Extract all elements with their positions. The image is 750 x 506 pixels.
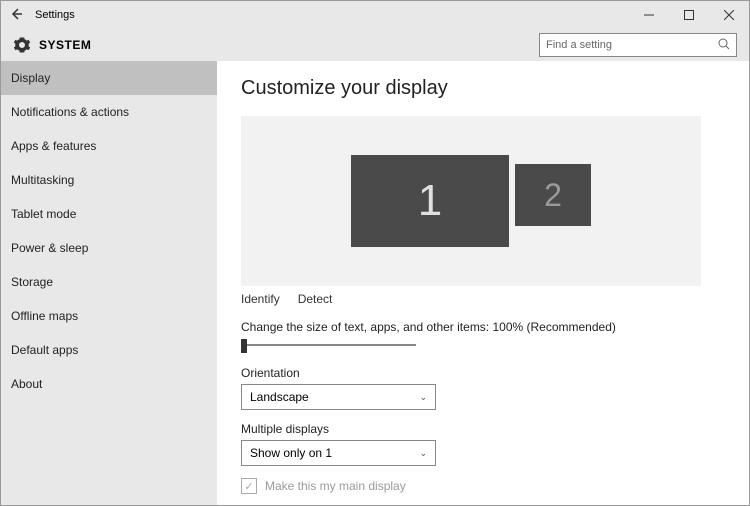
section-title: SYSTEM — [39, 38, 91, 52]
close-button[interactable] — [709, 1, 749, 29]
sidebar-item-tablet[interactable]: Tablet mode — [1, 197, 217, 231]
header: SYSTEM Find a setting — [1, 29, 749, 61]
sidebar-item-label: Notifications & actions — [11, 105, 129, 119]
scale-slider[interactable] — [241, 338, 416, 352]
slider-thumb[interactable] — [241, 339, 247, 353]
multiple-displays-select[interactable]: Show only on 1 ⌄ — [241, 440, 436, 466]
titlebar: Settings — [1, 1, 749, 29]
monitor-2[interactable]: 2 — [515, 164, 591, 226]
page-title: Customize your display — [241, 77, 725, 100]
sidebar: Display Notifications & actions Apps & f… — [1, 61, 217, 505]
sidebar-item-apps[interactable]: Apps & features — [1, 129, 217, 163]
orientation-label: Orientation — [241, 366, 725, 380]
select-value: Landscape — [250, 390, 309, 404]
app-name: Settings — [31, 9, 75, 21]
chevron-down-icon: ⌄ — [419, 392, 427, 403]
back-button[interactable] — [1, 7, 31, 24]
multiple-displays-label: Multiple displays — [241, 422, 725, 436]
monitor-label: 2 — [544, 177, 562, 214]
sidebar-item-label: Power & sleep — [11, 241, 88, 255]
minimize-button[interactable] — [629, 1, 669, 29]
display-arrangement[interactable]: 1 2 — [241, 116, 701, 286]
sidebar-item-label: Multitasking — [11, 173, 74, 187]
sidebar-item-label: About — [11, 377, 42, 391]
sidebar-item-label: Offline maps — [11, 309, 78, 323]
search-icon — [718, 38, 730, 53]
sidebar-item-label: Storage — [11, 275, 53, 289]
sidebar-item-notifications[interactable]: Notifications & actions — [1, 95, 217, 129]
search-placeholder: Find a setting — [546, 39, 718, 51]
main-display-checkbox-label: Make this my main display — [265, 479, 406, 493]
main-display-checkbox: ✓ — [241, 478, 257, 494]
sidebar-item-multitasking[interactable]: Multitasking — [1, 163, 217, 197]
main-panel: Customize your display 1 2 Identify Dete… — [217, 61, 749, 505]
monitor-label: 1 — [418, 176, 442, 226]
orientation-select[interactable]: Landscape ⌄ — [241, 384, 436, 410]
select-value: Show only on 1 — [250, 446, 332, 460]
scale-label: Change the size of text, apps, and other… — [241, 320, 725, 334]
sidebar-item-power[interactable]: Power & sleep — [1, 231, 217, 265]
sidebar-item-maps[interactable]: Offline maps — [1, 299, 217, 333]
sidebar-item-storage[interactable]: Storage — [1, 265, 217, 299]
maximize-button[interactable] — [669, 1, 709, 29]
chevron-down-icon: ⌄ — [419, 448, 427, 459]
slider-track — [241, 344, 416, 346]
sidebar-item-display[interactable]: Display — [1, 61, 217, 95]
search-input[interactable]: Find a setting — [539, 33, 737, 57]
identify-link[interactable]: Identify — [241, 292, 280, 306]
sidebar-item-label: Tablet mode — [11, 207, 76, 221]
sidebar-item-default-apps[interactable]: Default apps — [1, 333, 217, 367]
sidebar-item-label: Display — [11, 71, 50, 85]
sidebar-item-label: Apps & features — [11, 139, 96, 153]
sidebar-item-about[interactable]: About — [1, 367, 217, 401]
gear-icon — [13, 36, 31, 54]
monitor-1[interactable]: 1 — [351, 155, 509, 247]
sidebar-item-label: Default apps — [11, 343, 78, 357]
detect-link[interactable]: Detect — [298, 292, 333, 306]
